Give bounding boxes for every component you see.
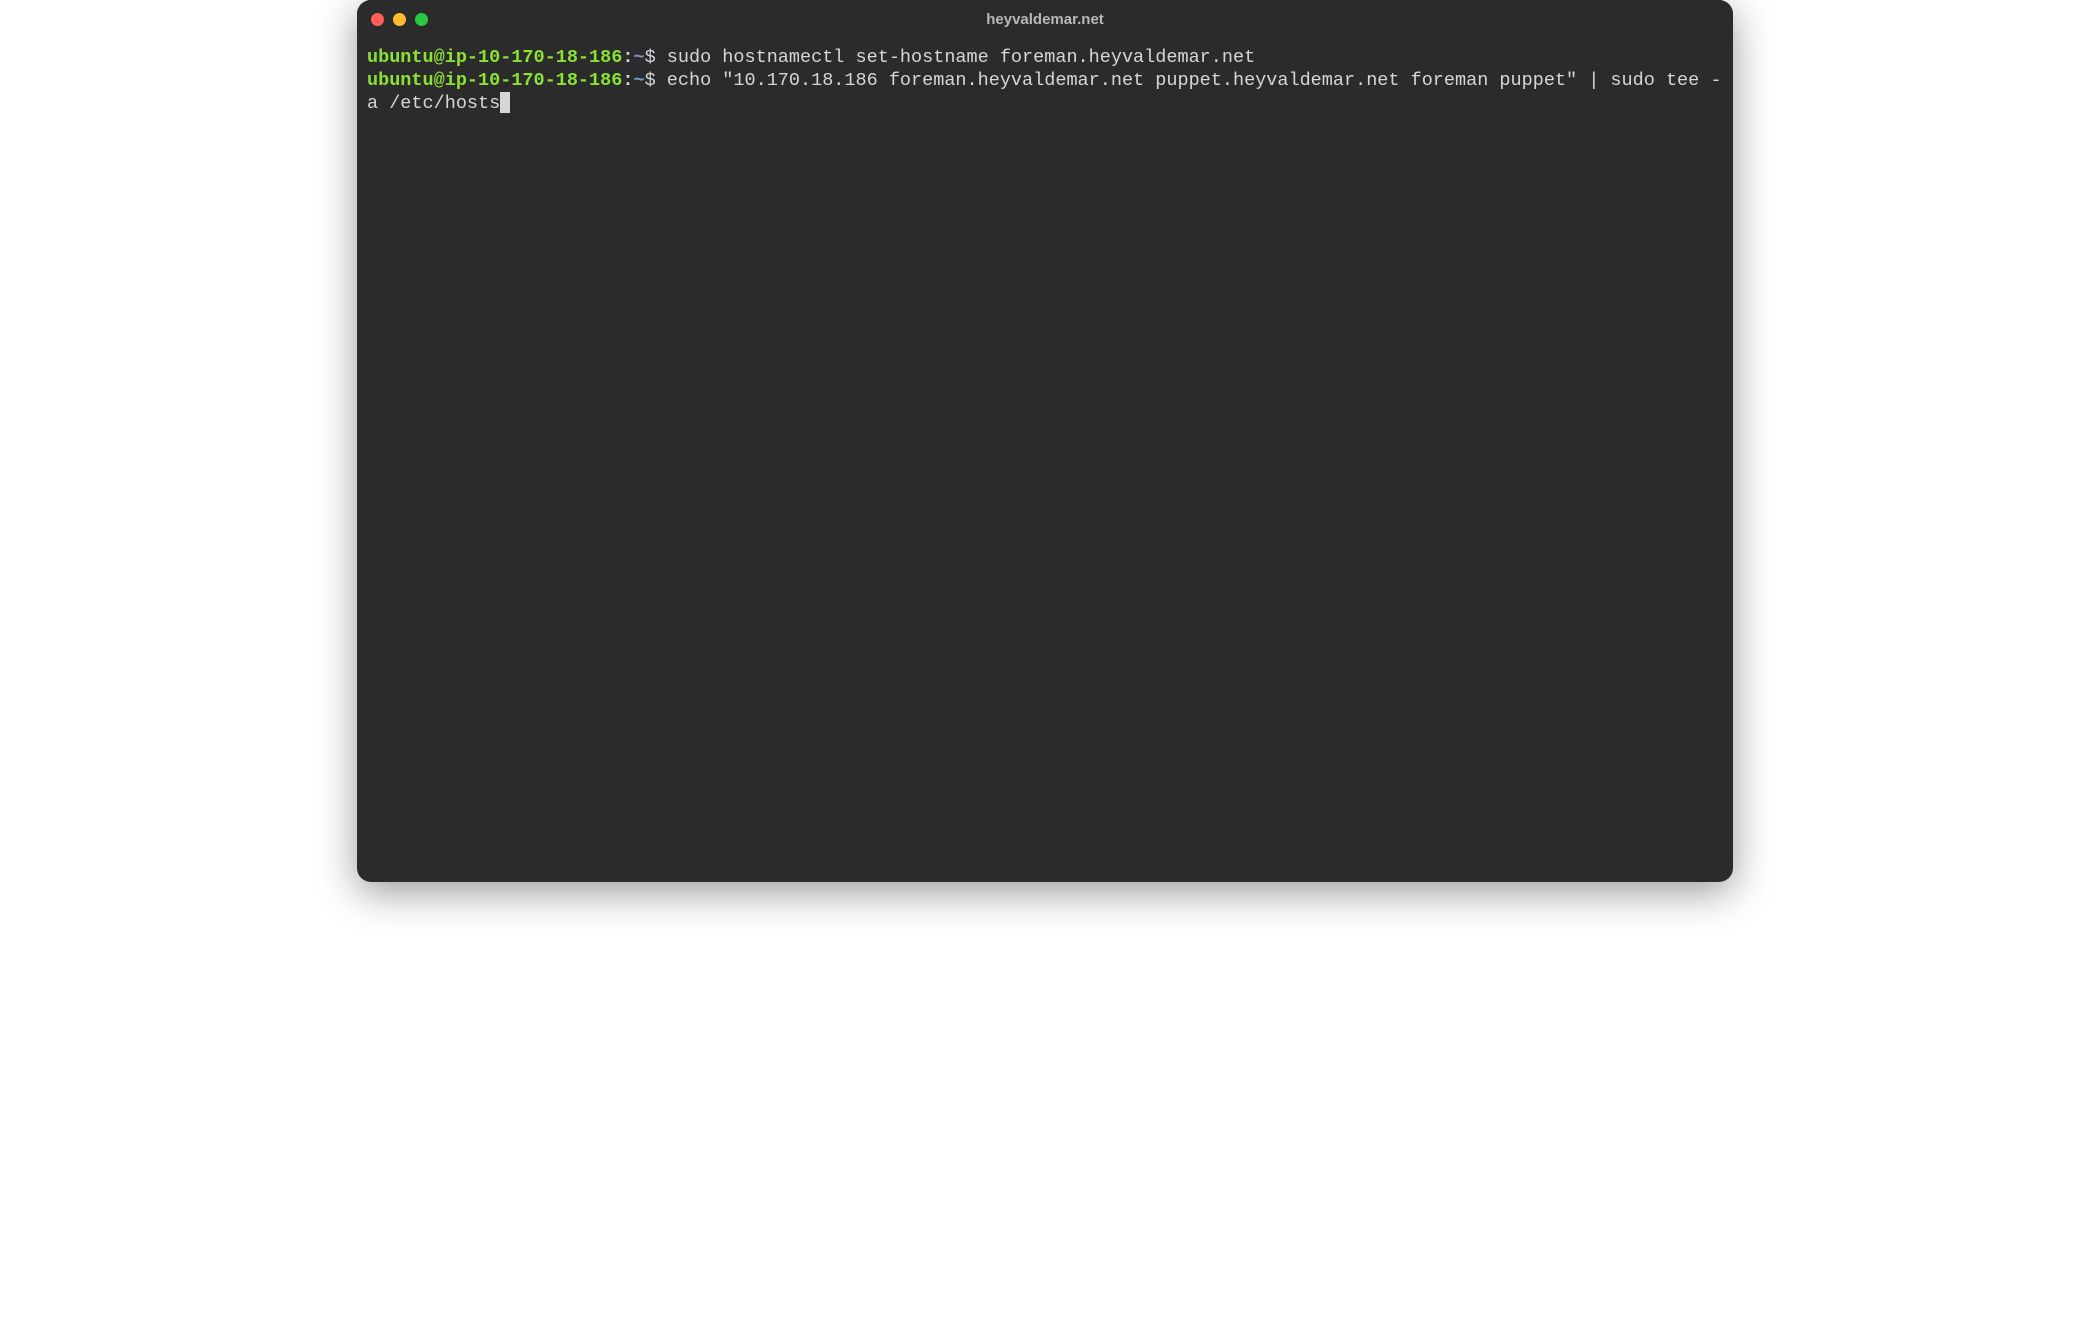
terminal-window: heyvaldemar.net ubuntu@ip-10-170-18-186:… [357, 0, 1733, 882]
prompt-user-host: ubuntu@ip-10-170-18-186 [367, 47, 622, 68]
prompt-cwd: ~ [633, 47, 644, 68]
prompt-user-host: ubuntu@ip-10-170-18-186 [367, 70, 622, 91]
terminal-line: ubuntu@ip-10-170-18-186:~$ sudo hostname… [367, 46, 1723, 69]
command-text: sudo hostnamectl set-hostname foreman.he… [667, 47, 1255, 68]
window-title: heyvaldemar.net [357, 11, 1733, 28]
maximize-icon[interactable] [415, 13, 428, 26]
titlebar: heyvaldemar.net [357, 0, 1733, 38]
prompt-cwd: ~ [633, 70, 644, 91]
prompt-colon: : [622, 47, 633, 68]
prompt-symbol: $ [645, 47, 667, 68]
minimize-icon[interactable] [393, 13, 406, 26]
prompt-symbol: $ [645, 70, 667, 91]
cursor-icon [500, 92, 510, 113]
traffic-lights [371, 13, 428, 26]
prompt-colon: : [622, 70, 633, 91]
close-icon[interactable] [371, 13, 384, 26]
terminal-body[interactable]: ubuntu@ip-10-170-18-186:~$ sudo hostname… [357, 38, 1733, 882]
terminal-line: ubuntu@ip-10-170-18-186:~$ echo "10.170.… [367, 69, 1723, 115]
